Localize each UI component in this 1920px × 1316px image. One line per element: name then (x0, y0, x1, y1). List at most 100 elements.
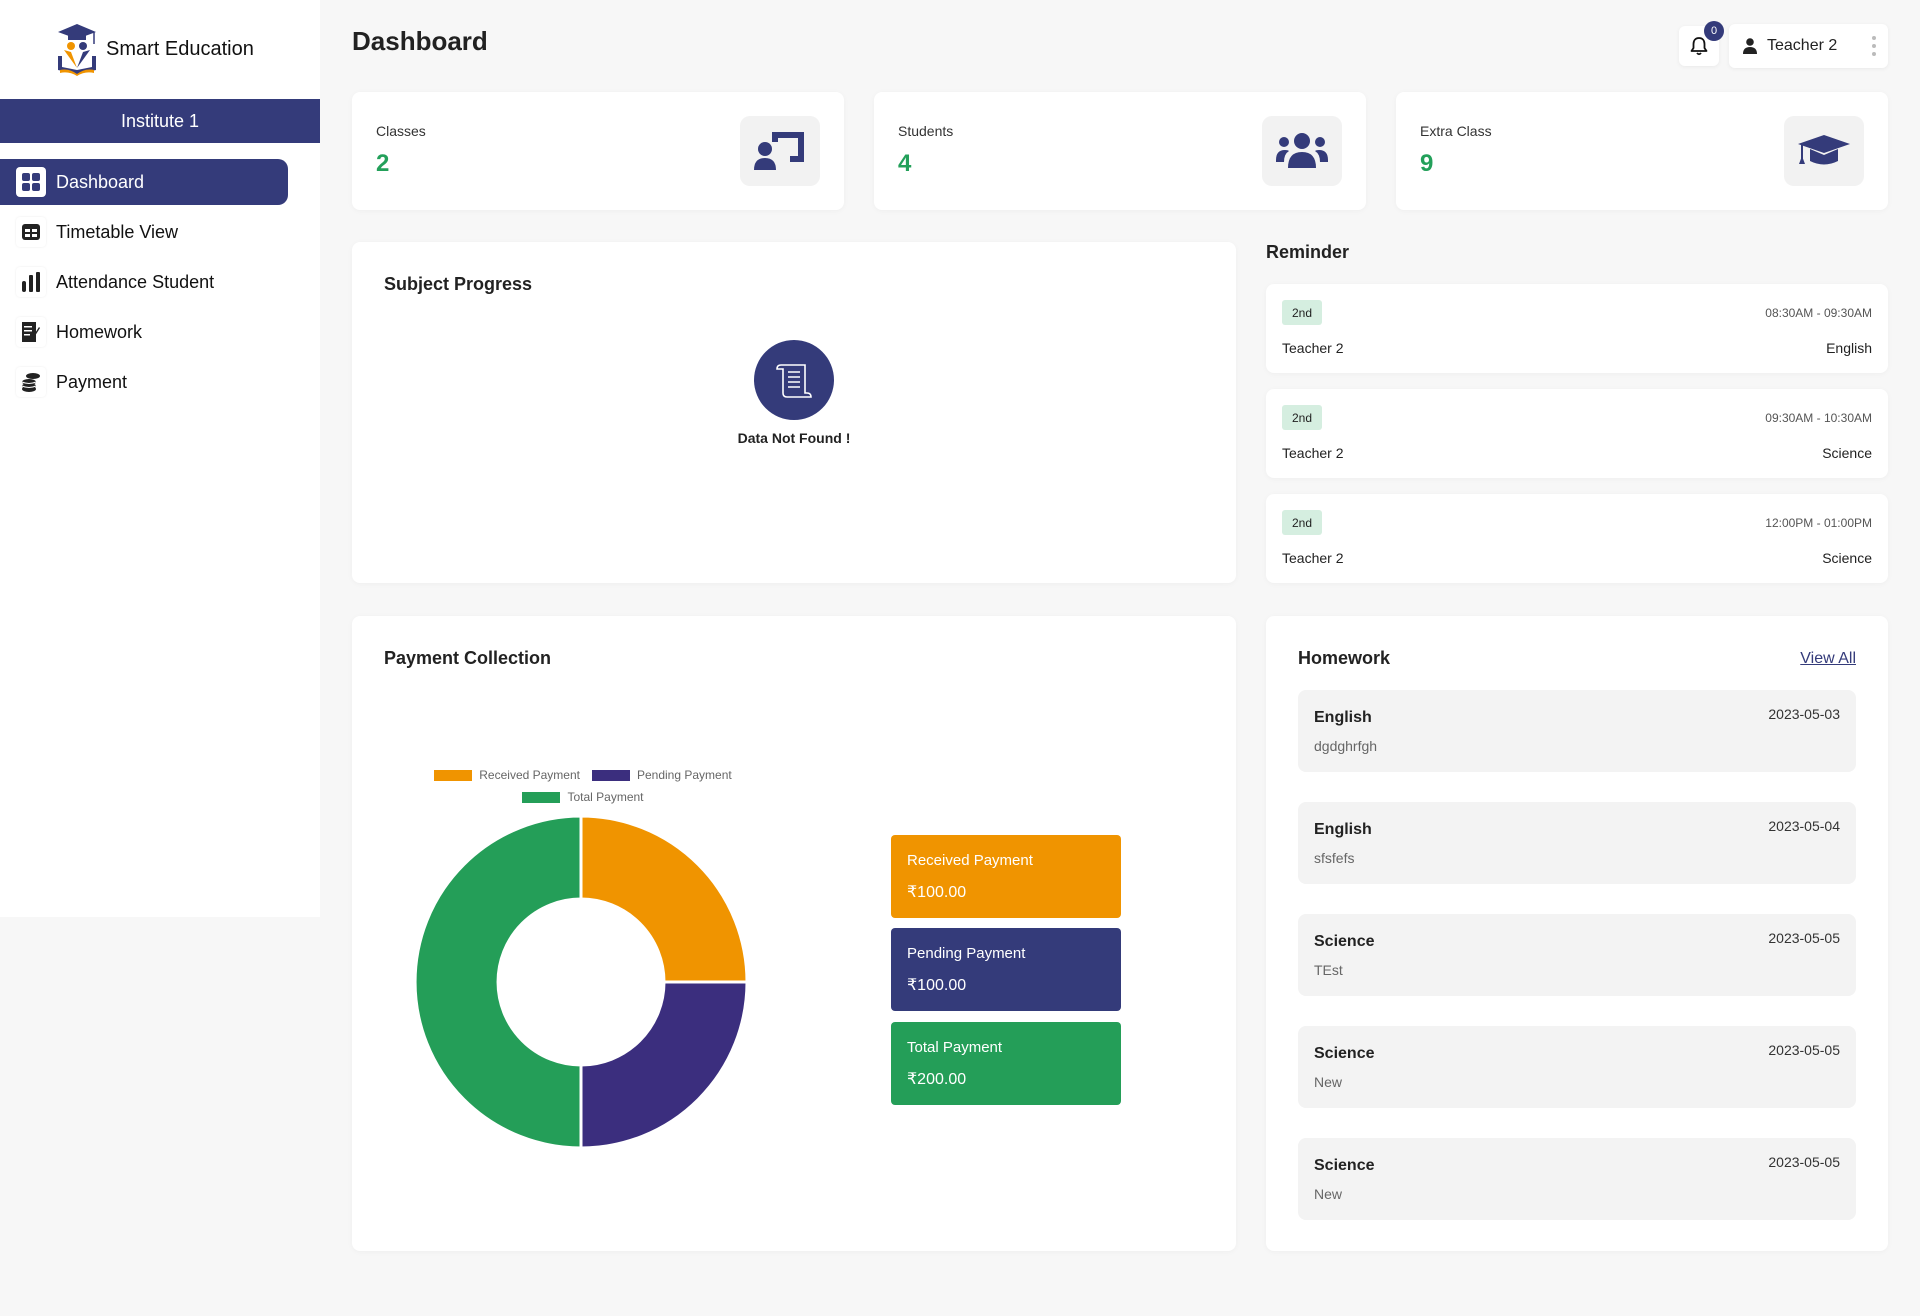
homework-subject: English (1314, 821, 1372, 838)
pay-label: Total Payment (907, 1039, 1003, 1056)
reminder-time: 12:00PM - 01:00PM (1765, 516, 1872, 530)
reminder-title: Reminder (1266, 242, 1350, 262)
period-badge: 2nd (1282, 300, 1323, 325)
bar-chart-icon (16, 267, 46, 297)
homework-item[interactable]: Science TEst 2023-05-05 (1298, 914, 1856, 996)
legend-swatch (591, 769, 630, 781)
sidebar-item-label: Timetable View (56, 221, 179, 242)
sidebar: Smart Education Institute 1 Dashboard Ti… (0, 0, 320, 917)
slice-received-payment[interactable] (579, 814, 749, 984)
reminder-teacher: Teacher 2 (1282, 340, 1344, 356)
graduation-cap-icon (1784, 116, 1864, 186)
homework-date: 2023-05-05 (1768, 1154, 1840, 1170)
homework-panel: Homework View All English dgdghrfgh 2023… (1266, 616, 1888, 1251)
stat-card-students: Students 4 (874, 92, 1366, 210)
users-icon (1262, 116, 1342, 186)
homework-date: 2023-05-05 (1768, 930, 1840, 946)
sidebar-nav: Dashboard Timetable View Attendance Stud… (0, 159, 320, 409)
empty-state-text: Data Not Found ! (737, 430, 851, 446)
legend-item-received[interactable]: Received Payment (434, 768, 580, 782)
logo-icon (58, 24, 96, 76)
bell-icon (1690, 37, 1708, 56)
homework-subject: Science (1314, 1157, 1375, 1174)
empty-state: Data Not Found ! (352, 340, 1236, 446)
reminder-subject: Science (1822, 445, 1872, 461)
stat-card-extra-class: Extra Class 9 (1396, 92, 1888, 210)
grid-icon (16, 167, 46, 197)
stat-value: 4 (898, 150, 912, 177)
homework-description: dgdghrfgh (1314, 738, 1378, 754)
stat-value: 9 (1420, 150, 1434, 177)
pay-amount: ₹100.00 (907, 977, 967, 994)
homework-description: TEst (1314, 962, 1343, 978)
reminder-teacher: Teacher 2 (1282, 550, 1344, 566)
chart-legend: Received Payment Pending Payment (352, 768, 814, 782)
pay-label: Received Payment (907, 852, 1033, 869)
user-menu-button[interactable]: Teacher 2 (1729, 24, 1888, 68)
stat-label: Extra Class (1420, 123, 1492, 139)
notification-count-badge: 0 (1704, 21, 1724, 41)
homework-date: 2023-05-03 (1768, 706, 1840, 722)
brand[interactable]: Smart Education (54, 22, 254, 76)
stat-label: Students (898, 123, 954, 139)
reminder-time: 08:30AM - 09:30AM (1765, 306, 1872, 320)
pay-amount: ₹100.00 (907, 884, 967, 901)
received-payment-card: Received Payment ₹100.00 (891, 835, 1121, 918)
sidebar-item-payment[interactable]: Payment (0, 359, 288, 405)
homework-subject: English (1314, 709, 1372, 726)
stat-card-classes: Classes 2 (352, 92, 844, 210)
subject-progress-panel: Subject Progress Data Not Found ! (352, 242, 1236, 583)
pending-payment-card: Pending Payment ₹100.00 (891, 928, 1121, 1011)
payment-collection-panel: Payment Collection Received Payment Pend… (352, 616, 1236, 1251)
reminder-subject: English (1826, 340, 1872, 356)
legend-swatch (434, 769, 473, 781)
reminder-teacher: Teacher 2 (1282, 445, 1344, 461)
coins-icon (16, 367, 46, 397)
period-badge: 2nd (1282, 510, 1323, 535)
reminder-item[interactable]: 2nd 12:00PM - 01:00PM Teacher 2 Science (1266, 494, 1888, 583)
teacher-board-icon (740, 116, 820, 186)
stat-label: Classes (376, 123, 426, 139)
total-payment-card: Total Payment ₹200.00 (891, 1022, 1121, 1105)
stat-value: 2 (376, 150, 390, 177)
sidebar-item-dashboard[interactable]: Dashboard (0, 159, 288, 205)
subject-progress-title: Subject Progress (384, 274, 533, 294)
reminder-subject: Science (1822, 550, 1872, 566)
homework-date: 2023-05-04 (1768, 818, 1840, 834)
sidebar-item-label: Dashboard (56, 171, 145, 192)
homework-item[interactable]: English sfsfefs 2023-05-04 (1298, 802, 1856, 884)
homework-item[interactable]: Science New 2023-05-05 (1298, 1138, 1856, 1220)
view-all-link[interactable]: View All (1800, 650, 1856, 668)
sidebar-item-homework[interactable]: Homework (0, 309, 288, 355)
payment-collection-title: Payment Collection (384, 648, 552, 668)
reminder-item[interactable]: 2nd 08:30AM - 09:30AM Teacher 2 English (1266, 284, 1888, 373)
sidebar-item-label: Payment (56, 371, 128, 392)
slice-total-payment[interactable] (413, 814, 583, 1150)
legend-item-pending[interactable]: Pending Payment (591, 768, 732, 782)
sidebar-item-timetable[interactable]: Timetable View (0, 209, 288, 255)
page-title: Dashboard (352, 26, 488, 56)
legend-swatch (522, 791, 561, 803)
pay-amount: ₹200.00 (907, 1071, 967, 1088)
pay-label: Pending Payment (907, 945, 1026, 962)
homework-subject: Science (1314, 1045, 1375, 1062)
homework-title: Homework (1298, 648, 1391, 668)
payment-donut-chart (413, 814, 749, 1150)
sidebar-item-attendance-student[interactable]: Attendance Student (0, 259, 288, 305)
slice-pending-payment[interactable] (579, 980, 749, 1150)
sidebar-item-label: Attendance Student (56, 271, 215, 292)
table-icon (16, 217, 46, 247)
homework-description: New (1314, 1186, 1343, 1202)
scroll-document-icon (754, 340, 834, 420)
more-options-icon[interactable] (1872, 36, 1876, 56)
reminder-item[interactable]: 2nd 09:30AM - 10:30AM Teacher 2 Science (1266, 389, 1888, 478)
sidebar-item-label: Homework (56, 321, 143, 342)
institute-selector[interactable]: Institute 1 (0, 99, 320, 143)
legend-label: Received Payment (479, 768, 580, 782)
homework-item[interactable]: Science New 2023-05-05 (1298, 1026, 1856, 1108)
homework-item[interactable]: English dgdghrfgh 2023-05-03 (1298, 690, 1856, 772)
homework-description: sfsfefs (1314, 850, 1355, 866)
user-name: Teacher 2 (1767, 37, 1838, 54)
homework-date: 2023-05-05 (1768, 1042, 1840, 1058)
legend-label: Pending Payment (636, 768, 732, 782)
